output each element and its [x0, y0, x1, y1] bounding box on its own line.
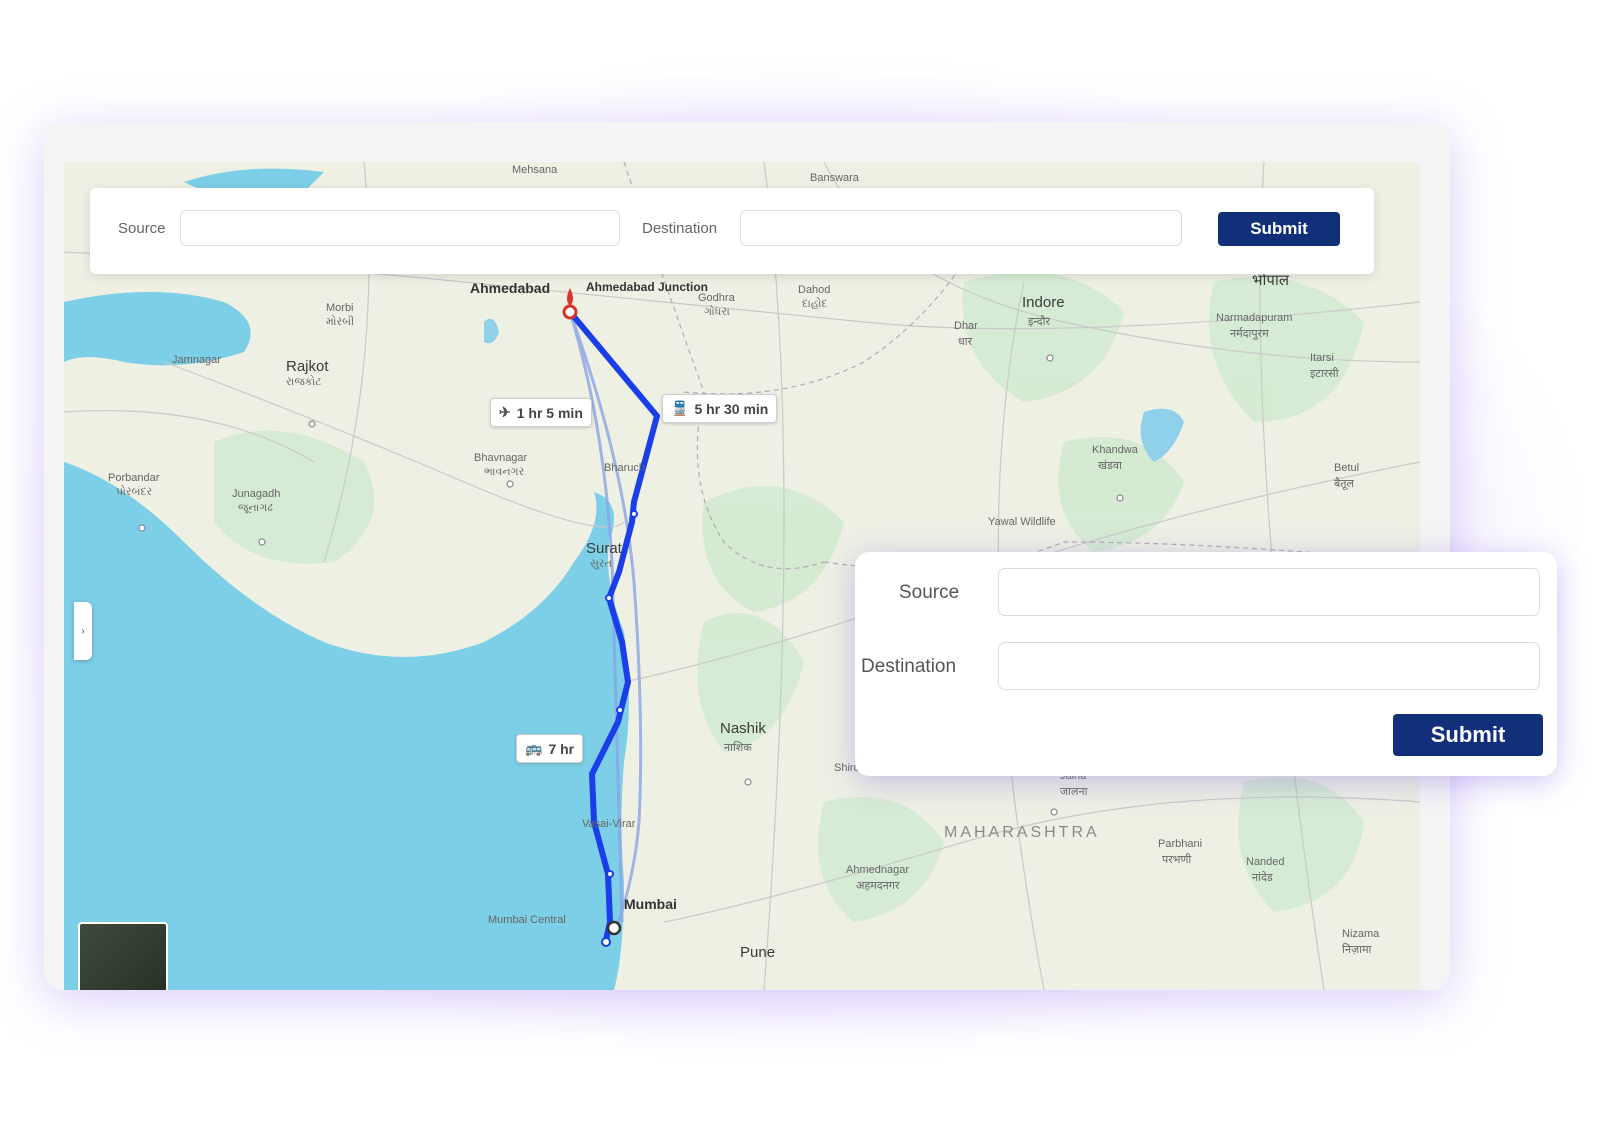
place-junagadh-local: જૂનાગઢ	[238, 502, 273, 514]
place-porbandar: Porbandar	[108, 472, 160, 484]
destination-label: Destination	[861, 656, 957, 677]
place-bhavnagar: Bhavnagar	[474, 452, 528, 464]
source-label: Source	[899, 582, 960, 603]
place-surat-local: સુરત	[590, 558, 612, 570]
source-input[interactable]	[180, 210, 620, 246]
place-narmadapuram: Narmadapuram	[1216, 312, 1293, 324]
place-pune: Pune	[740, 944, 776, 961]
source-label: Source	[118, 220, 166, 237]
train-duration-label[interactable]: 🚆 5 hr 30 min	[662, 394, 778, 423]
satellite-layer-thumbnail[interactable]	[78, 922, 168, 990]
place-khandwa: Khandwa	[1092, 444, 1138, 456]
place-ahmedabad-junction: Ahmedabad Junction	[586, 280, 709, 294]
place-surat: Surat	[586, 540, 622, 557]
place-dhar-local: धार	[958, 336, 973, 348]
route-form-top: Source Destination Submit	[90, 188, 1374, 274]
destination-input[interactable]	[998, 642, 1540, 690]
place-ahmednagar-local: अहमदनगर	[856, 880, 900, 892]
submit-button[interactable]: Submit	[1218, 212, 1340, 246]
place-bharuch: Bharuch	[604, 462, 645, 474]
place-betul-local: बैतूल	[1334, 478, 1355, 490]
place-nashik-local: नाशिक	[724, 742, 752, 754]
place-mumbai: Mumbai	[624, 896, 677, 912]
place-dahod: Dahod	[798, 284, 831, 296]
source-input[interactable]	[998, 568, 1540, 616]
submit-button[interactable]: Submit	[1393, 714, 1543, 756]
place-nizamabad-local: निज़ामा	[1342, 944, 1372, 956]
place-bhavnagar-local: ભાવનગર	[484, 466, 525, 478]
place-rajkot-local: રાજકોટ	[286, 376, 322, 388]
place-nanded: Nanded	[1246, 856, 1285, 868]
place-itarsi: Itarsi	[1310, 352, 1334, 364]
side-panel-toggle[interactable]: ›	[74, 602, 92, 660]
place-dahod-local: દાહોદ	[802, 298, 828, 310]
bus-duration-label[interactable]: 🚌 7 hr	[516, 734, 584, 763]
place-mumbai-central: Mumbai Central	[488, 914, 566, 926]
place-dhar: Dhar	[954, 320, 978, 332]
place-khandwa-local: खंडवा	[1098, 460, 1122, 472]
place-parbhani-local: परभणी	[1162, 854, 1192, 866]
train-icon: 🚆	[671, 400, 689, 416]
place-ahmednagar: Ahmednagar	[846, 864, 909, 876]
place-jalna-local: जालना	[1060, 786, 1088, 798]
place-nizamabad: Nizama	[1342, 928, 1380, 940]
place-godhra: Godhra	[698, 292, 735, 304]
place-porbandar-local: પોરબંદર	[116, 486, 153, 498]
place-betul: Betul	[1334, 462, 1360, 474]
place-maharashtra: MAHARASHTRA	[944, 824, 1100, 841]
chevron-right-icon: ›	[81, 625, 85, 637]
place-yawal: Yawal Wildlife	[988, 516, 1056, 528]
place-vasai: Vasai-Virar	[582, 818, 636, 830]
place-banswara: Banswara	[810, 172, 859, 184]
place-junagadh: Junagadh	[232, 488, 281, 500]
destination-input[interactable]	[740, 210, 1182, 246]
flight-duration-label[interactable]: ✈ 1 hr 5 min	[490, 398, 592, 427]
route-form-card: Source Destination Submit	[855, 552, 1557, 776]
place-narmadapuram-local: नर्मदापुरम	[1230, 328, 1269, 340]
destination-label: Destination	[642, 220, 718, 237]
place-morbi: Morbi	[326, 302, 354, 314]
place-ahmedabad: Ahmedabad	[470, 280, 551, 296]
place-godhra-local: ગોધરા	[704, 306, 730, 318]
place-indore-local: इन्दौर	[1028, 316, 1050, 328]
place-nashik: Nashik	[720, 720, 766, 737]
place-rajkot: Rajkot	[286, 358, 329, 375]
place-nanded-local: नांदेड	[1252, 872, 1273, 884]
place-itarsi-local: इटारसी	[1310, 368, 1339, 380]
bus-icon: 🚌	[525, 740, 543, 756]
place-indore: Indore	[1022, 294, 1065, 311]
place-parbhani: Parbhani	[1158, 838, 1203, 850]
place-mehsana: Mehsana	[512, 164, 558, 176]
airplane-icon: ✈	[499, 404, 511, 420]
place-jamnagar: Jamnagar	[172, 354, 221, 366]
place-morbi-local: મોરબી	[326, 316, 355, 328]
